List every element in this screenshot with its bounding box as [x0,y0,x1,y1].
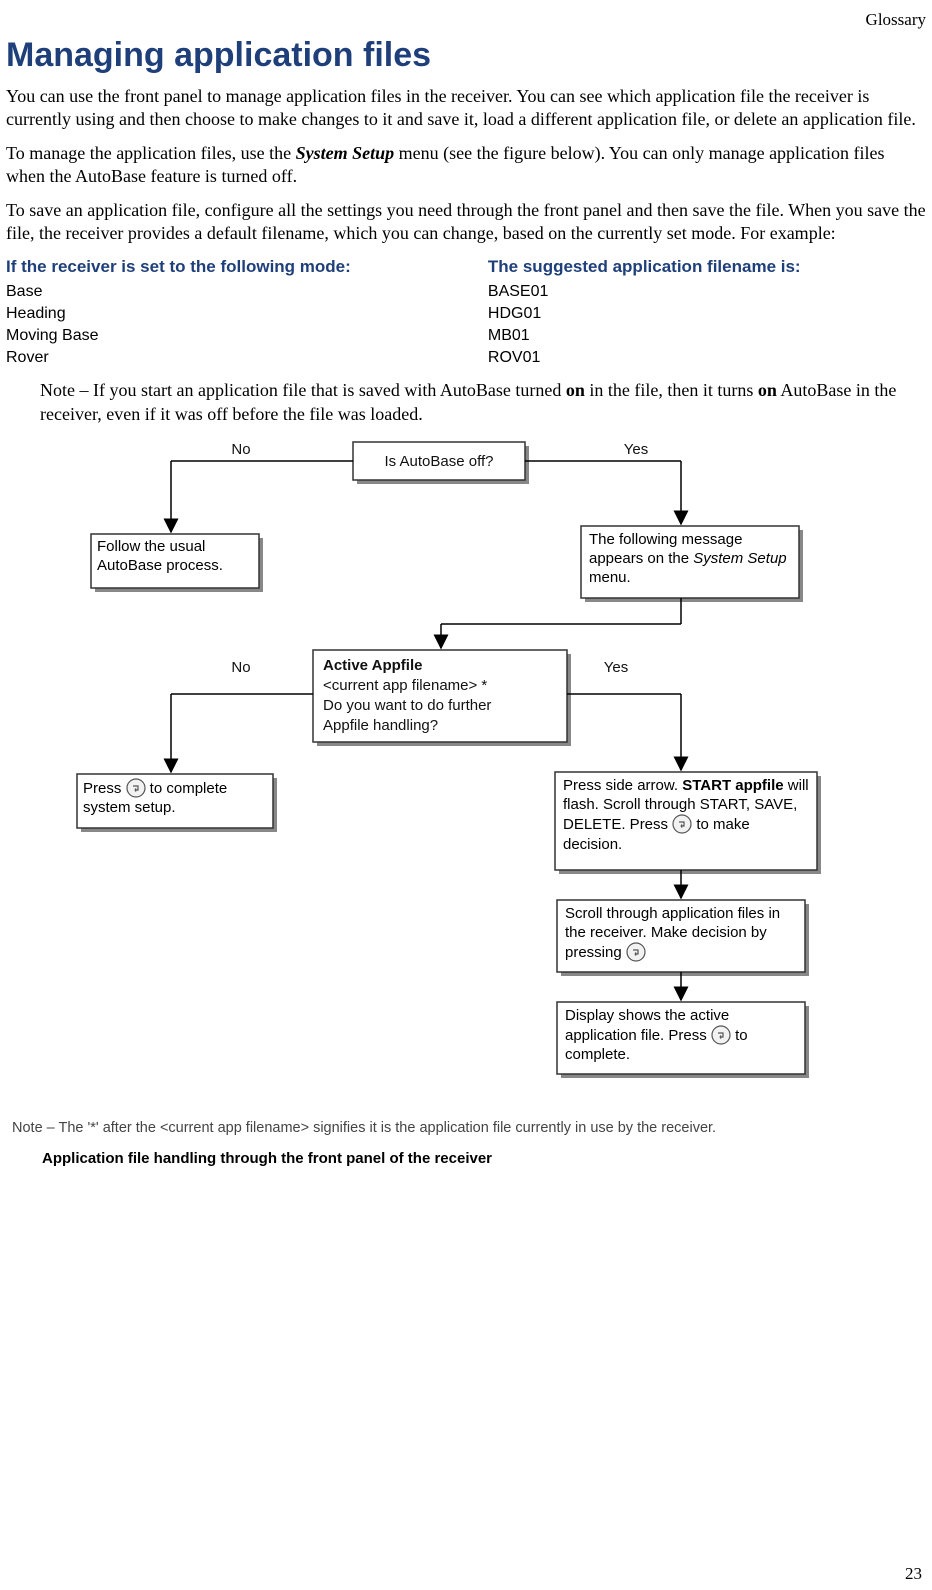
intro-paragraph-3: To save an application file, configure a… [6,199,926,246]
mode-filename-table: If the receiver is set to the following … [6,255,926,369]
flow-yes-mid: Yes [604,659,628,676]
enter-icon [711,1025,731,1045]
flow-q1: Is AutoBase off? [385,453,494,470]
flow-mid-l2: <current app filename> * [323,677,487,694]
flow-no-mid: No [231,659,250,676]
page-title: Managing application files [6,36,926,75]
flowchart-footnote: Note – The '*' after the <current app fi… [12,1120,926,1136]
intro-paragraph-2: To manage the application files, use the… [6,142,926,189]
cell-mode: Heading [6,303,488,325]
flow-mid-l4: Appfile handling? [323,717,438,734]
p2-part-a: To manage the application files, use the [6,143,296,163]
enter-icon [126,778,146,798]
note-on-2: on [758,380,777,400]
flow-left1: Follow the usual AutoBase process. [97,538,253,576]
enter-icon [626,943,646,963]
cell-filename: ROV01 [488,347,926,369]
flow-right1c: menu. [589,570,631,587]
table-row: Base BASE01 [6,281,926,303]
flow-mid-l1: Active Appfile [323,657,422,674]
intro-paragraph-1: You can use the front panel to manage ap… [6,85,926,132]
table-header-filename: The suggested application filename is: [488,255,926,281]
table-row: Rover ROV01 [6,347,926,369]
cell-mode: Moving Base [6,325,488,347]
flow-left2a: Press [83,780,126,797]
flow-right2a: Press side arrow. [563,777,682,794]
enter-icon [672,815,692,835]
note-on-1: on [566,380,585,400]
flow-no-top: No [231,441,250,458]
section-header: Glossary [6,10,926,30]
page-number: 23 [905,1564,922,1584]
cell-filename: BASE01 [488,281,926,303]
flow-right4a: Display shows the active application fil… [565,1007,729,1044]
flow-yes-top: Yes [624,441,648,458]
table-header-mode: If the receiver is set to the following … [6,255,488,281]
note-prefix: Note – If you start an application file … [40,380,566,400]
p2-system-setup: System Setup [296,143,395,163]
table-row: Moving Base MB01 [6,325,926,347]
flow-right1b: System Setup [693,550,786,567]
flow-right2b: START appfile [682,777,783,794]
autobase-note: Note – If you start an application file … [40,379,926,426]
figure-caption: Application file handling through the fr… [42,1150,926,1167]
cell-filename: MB01 [488,325,926,347]
flow-right3a: Scroll through application files in the … [565,905,780,961]
cell-mode: Rover [6,347,488,369]
cell-filename: HDG01 [488,303,926,325]
cell-mode: Base [6,281,488,303]
table-row: Heading HDG01 [6,303,926,325]
flow-mid-l3: Do you want to do further [323,697,491,714]
flowchart-diagram: Is AutoBase off? No Yes Follow the usual… [61,432,871,1112]
note-mid: in the file, then it turns [585,380,758,400]
